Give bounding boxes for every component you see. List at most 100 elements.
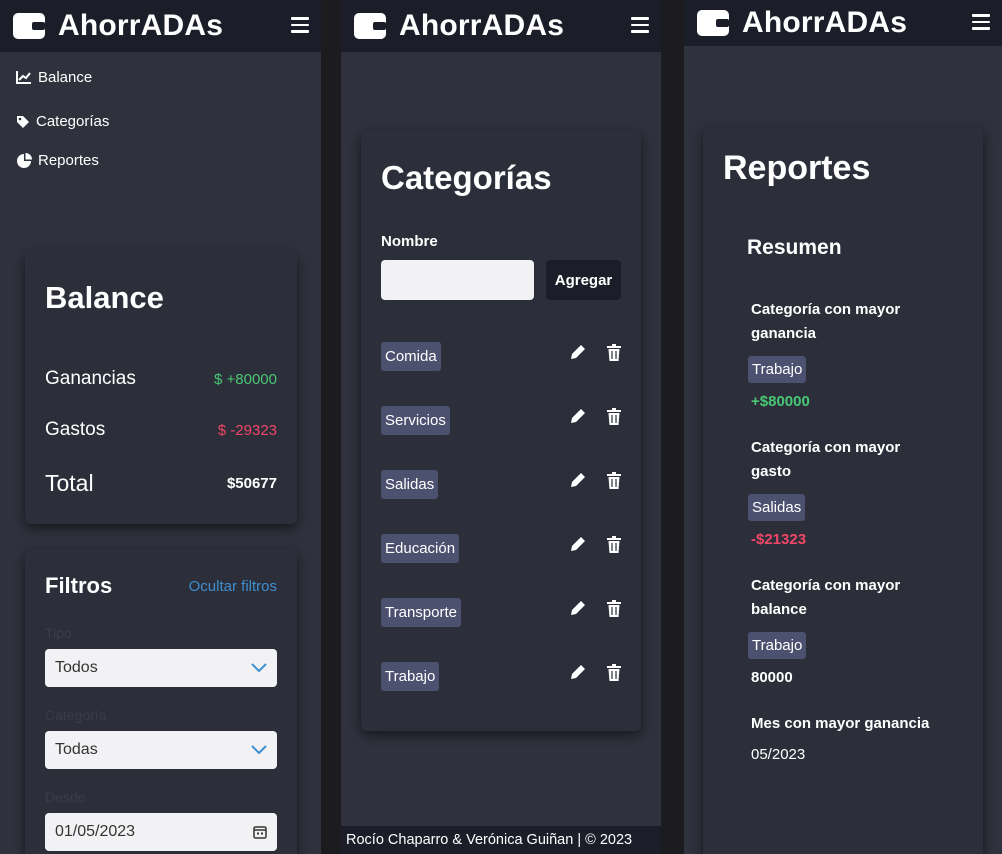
balance-label: Ganancias [45,368,136,389]
calendar-icon[interactable] [253,825,267,839]
date-input[interactable]: 01/05/2023 [45,813,277,851]
balance-row-ganancias: Ganancias $ +80000 [45,368,277,390]
report-tag: Salidas [748,494,806,521]
balance-view: AhorrADAs Balance Categorías Reportes Ba… [0,0,321,854]
pie-chart-icon [17,152,32,168]
report-block: Categoría con mayor gasto Salidas -$2132… [748,436,943,548]
report-value: 05/2023 [751,746,806,763]
categories-card: Categorías Nombre Agregar Comida Servici… [361,131,641,731]
report-tag: Trabajo [748,632,807,659]
date-input-value: 01/05/2023 [55,823,136,840]
navbar: AhorrADAs [341,0,661,52]
pencil-icon[interactable] [569,663,587,681]
categories-title: Categorías [381,159,552,196]
category-list: Comida Servicios Salidas Educación Trans… [381,324,621,708]
report-block: Categoría con mayor ganancia Trabajo +$8… [748,298,943,410]
category-select[interactable]: Todas [45,731,277,769]
balance-value: $ -29323 [217,421,277,439]
navbar: AhorrADAs [0,0,321,52]
chevron-down-icon [251,745,267,755]
navbar: AhorrADAs [684,0,1002,46]
category-tag: Educación [381,533,460,563]
pencil-icon[interactable] [569,535,587,553]
nav-item-reportes[interactable]: Reportes [16,141,305,180]
category-select-value: Todas [55,741,98,758]
trash-icon[interactable] [607,471,621,489]
type-select[interactable]: Todos [45,649,277,687]
reports-card: Reportes Resumen Categoría con mayor gan… [703,127,983,854]
nav-menu: Balance Categorías Reportes [0,52,321,196]
categories-view: AhorrADAs Categorías Nombre Agregar Comi… [341,0,661,854]
report-block: Mes con mayor ganancia 05/2023 [751,712,943,763]
type-select-value: Todos [55,659,98,676]
category-name-input[interactable] [381,260,534,300]
report-heading: Mes con mayor ganancia [751,715,930,732]
trash-icon[interactable] [607,343,621,361]
trash-icon[interactable] [607,535,621,553]
nav-item-categorias[interactable]: Categorías [16,102,305,141]
nav-item-balance[interactable]: Balance [16,64,305,90]
wallet-icon [13,13,45,39]
category-row: Trabajo [381,644,621,708]
report-value: 80000 [751,669,793,686]
balance-row-total: Total $50677 [45,470,277,497]
wallet-icon [697,10,729,36]
filters-header: Filtros Ocultar filtros [45,573,277,599]
report-heading: Categoría con mayor ganancia [751,301,901,342]
category-row: Comida [381,324,621,388]
report-block: Categoría con mayor balance Trabajo 8000… [748,574,943,686]
balance-value: $ +80000 [214,370,277,388]
app-title: AhorrADAs [399,9,565,42]
category-row: Educación [381,516,621,580]
name-label: Nombre [381,233,438,250]
category-tag: Trabajo [381,661,440,691]
hamburger-icon[interactable] [631,17,649,33]
wallet-icon [354,13,386,39]
app-title: AhorrADAs [742,6,908,39]
pencil-icon[interactable] [569,407,587,425]
brand[interactable]: AhorrADAs [12,9,223,43]
balance-label: Total [45,470,94,496]
hamburger-icon[interactable] [972,14,990,30]
category-tag: Comida [381,341,441,371]
app-title: AhorrADAs [58,9,224,42]
trash-icon[interactable] [607,599,621,617]
pencil-icon[interactable] [569,343,587,361]
tag-icon [17,115,29,128]
report-value: +$80000 [751,393,810,410]
balance-card: Balance Ganancias $ +80000 Gastos $ -293… [25,252,297,524]
category-tag: Transporte [381,597,461,627]
pencil-icon[interactable] [569,599,587,617]
report-heading: Categoría con mayor gasto [751,439,901,480]
filters-card: Filtros Ocultar filtros Tipo Todos Categ… [25,549,297,854]
chevron-down-icon [251,663,267,673]
pencil-icon[interactable] [569,471,587,489]
hide-filters-link[interactable]: Ocultar filtros [189,578,277,595]
filter-category-label: Categoría [45,707,107,723]
report-tag: Trabajo [748,356,807,383]
trash-icon[interactable] [607,407,621,425]
reports-title: Reportes [723,149,871,187]
chart-line-icon [16,71,31,84]
brand[interactable]: AhorrADAs [696,6,907,40]
category-tag: Salidas [381,469,439,499]
category-tag: Servicios [381,405,450,435]
report-heading: Categoría con mayor balance [751,577,901,618]
nav-item-label: Categorías [36,113,110,130]
nav-item-label: Reportes [38,152,99,169]
category-row: Servicios [381,388,621,452]
summary-title: Resumen [747,236,842,259]
hamburger-icon[interactable] [291,17,309,33]
footer: Rocío Chaparro & Verónica Guiñan | © 202… [341,826,661,854]
filters-title: Filtros [45,573,113,598]
brand[interactable]: AhorrADAs [353,9,564,43]
balance-value: $50677 [226,475,277,492]
nav-item-label: Balance [38,68,93,86]
add-category-row: Agregar [381,260,621,300]
trash-icon[interactable] [607,663,621,681]
category-row: Transporte [381,580,621,644]
category-row: Salidas [381,452,621,516]
add-category-button[interactable]: Agregar [546,260,621,300]
report-value: -$21323 [751,531,807,548]
balance-label: Gastos [45,419,106,440]
